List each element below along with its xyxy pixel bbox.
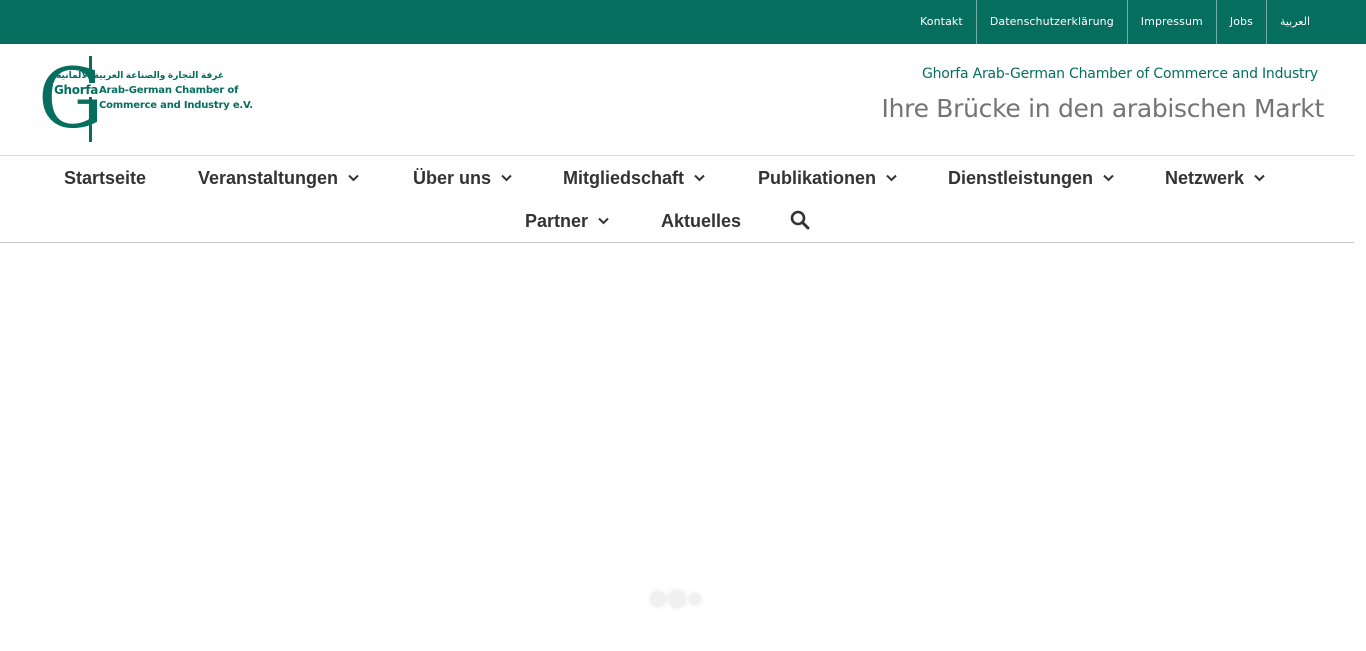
top-link-impressum[interactable]: Impressum	[1126, 0, 1216, 44]
header-subtitle: Ghorfa Arab-German Chamber of Commerce a…	[921, 66, 1318, 82]
nav-label: Veranstaltungen	[198, 167, 339, 188]
chevron-down-icon	[348, 174, 359, 182]
loader-dot	[650, 591, 666, 607]
nav-label: Publikationen	[758, 167, 877, 188]
loader-dot	[689, 593, 701, 605]
top-link-arabic[interactable]: العربية	[1265, 0, 1323, 44]
nav-item-netzwerk[interactable]: Netzwerk	[1165, 166, 1265, 190]
nav-item-aktuelles[interactable]: Aktuelles	[661, 209, 741, 233]
top-link-jobs[interactable]: Jobs	[1215, 0, 1266, 44]
nav-item-veranstaltungen[interactable]: Veranstaltungen	[198, 166, 359, 190]
nav-label: Dienstleistungen	[948, 167, 1094, 188]
logo-line1: Arab-German Chamber of	[99, 85, 239, 96]
nav-item-partner[interactable]: Partner	[525, 209, 609, 233]
search-icon[interactable]	[790, 210, 810, 230]
nav-label: Startseite	[64, 167, 147, 188]
chevron-down-icon	[1103, 174, 1114, 182]
top-link-datenschutz[interactable]: Datenschutzerklärung	[975, 0, 1127, 44]
chevron-down-icon	[886, 174, 897, 182]
nav-label: Aktuelles	[661, 210, 742, 231]
nav-item-mitgliedschaft[interactable]: Mitgliedschaft	[563, 166, 705, 190]
chevron-down-icon	[501, 174, 512, 182]
top-bar: Kontakt Datenschutzerklärung Impressum J…	[0, 0, 1366, 44]
logo-line2: Commerce and Industry e.V.	[99, 100, 253, 111]
logo-ghorfa: Ghorfa	[53, 83, 100, 97]
loader-dot	[668, 590, 686, 608]
nav-item-startseite[interactable]: Startseite	[64, 166, 146, 190]
nav-label: Partner	[525, 210, 589, 231]
chevron-down-icon	[1254, 174, 1265, 182]
logo-arabic: غرفة التجارة والصناعة العربية الألمانية	[56, 70, 224, 80]
chevron-down-icon	[598, 217, 609, 225]
nav-label: Netzwerk	[1165, 167, 1245, 188]
logo[interactable]: G Ghorfa غرفة التجارة والصناعة العربية ا…	[38, 52, 253, 144]
loading-spinner	[648, 588, 708, 610]
nav-item-publikationen[interactable]: Publikationen	[758, 166, 897, 190]
top-link-kontakt[interactable]: Kontakt	[907, 0, 976, 44]
top-nav: Kontakt Datenschutzerklärung Impressum J…	[907, 0, 1323, 44]
nav-item-ueber-uns[interactable]: Über uns	[413, 166, 512, 190]
chevron-down-icon	[694, 174, 705, 182]
logo-bar	[89, 56, 92, 142]
nav-label: Mitgliedschaft	[563, 167, 685, 188]
nav-item-dienstleistungen[interactable]: Dienstleistungen	[948, 166, 1114, 190]
header-tagline: Ihre Brücke in den arabischen Markt	[881, 94, 1325, 123]
nav-label: Über uns	[413, 167, 492, 188]
